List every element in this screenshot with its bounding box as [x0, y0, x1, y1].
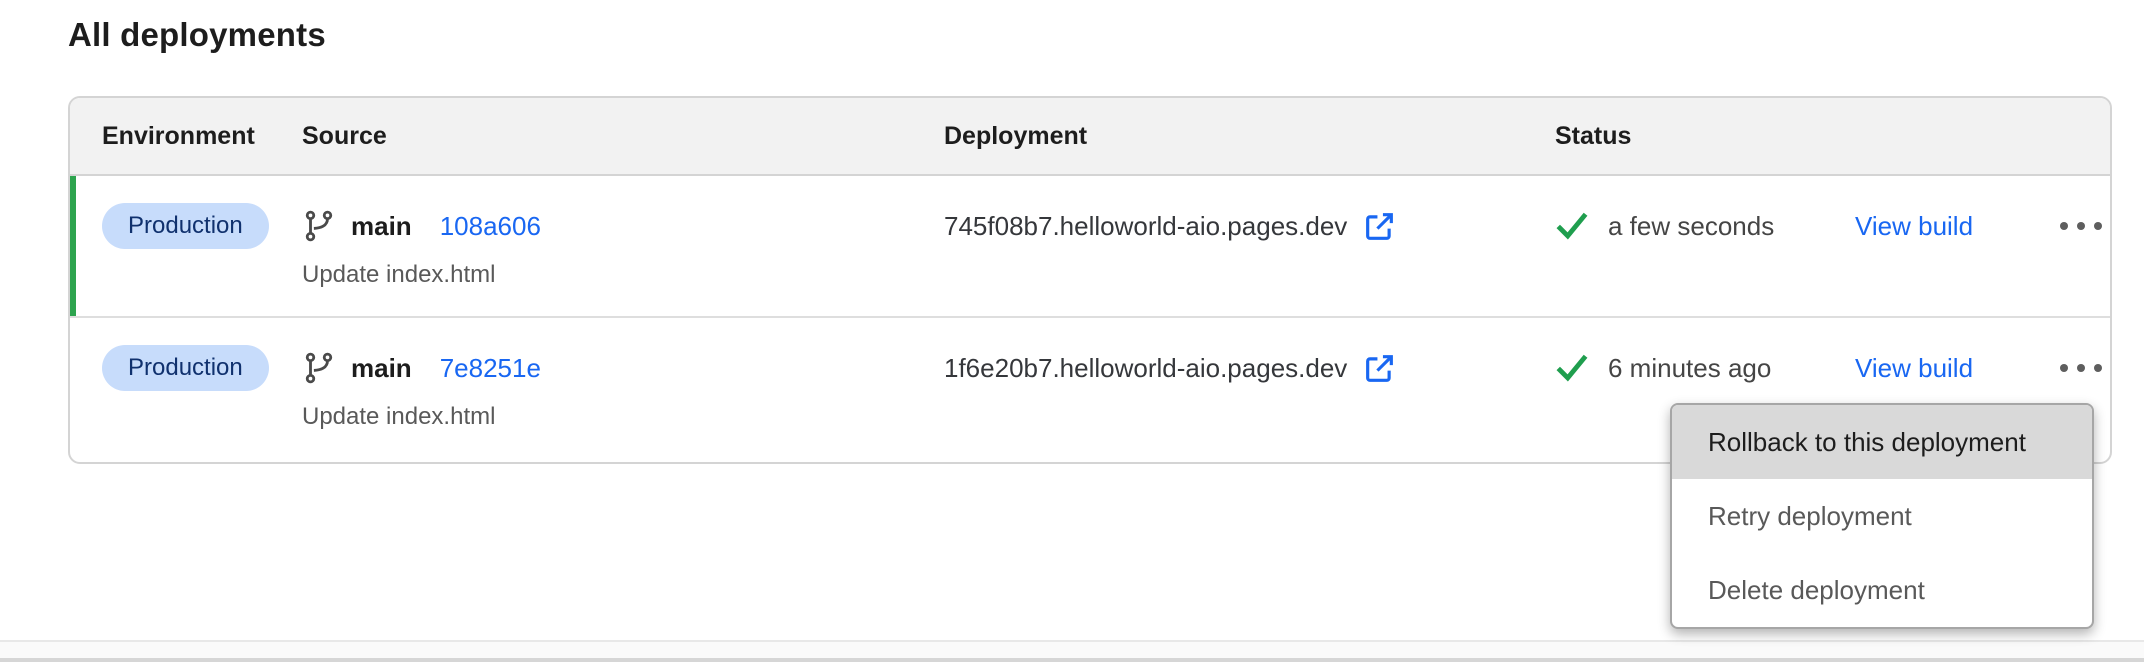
- external-link-icon[interactable]: [1363, 352, 1396, 385]
- view-build-cell: View build: [1855, 344, 2045, 392]
- success-check-icon: [1555, 351, 1589, 385]
- row-actions-cell: [2045, 344, 2112, 392]
- view-build-link[interactable]: View build: [1855, 344, 2045, 392]
- deployment-cell: 745f08b7.helloworld-aio.pages.dev: [944, 202, 1555, 250]
- menu-item-retry[interactable]: Retry deployment: [1672, 479, 2092, 553]
- environment-cell: Production: [102, 202, 302, 250]
- branch-name: main: [351, 353, 412, 384]
- row-actions-button[interactable]: [2045, 202, 2112, 250]
- active-deployment-indicator: [70, 176, 76, 316]
- menu-item-rollback[interactable]: Rollback to this deployment: [1672, 405, 2092, 479]
- header-environment: Environment: [102, 122, 302, 151]
- status-time: 6 minutes ago: [1608, 353, 1771, 384]
- page-title: All deployments: [68, 16, 326, 54]
- success-check-icon: [1555, 209, 1589, 243]
- source-cell: main 7e8251e Update index.html: [302, 344, 944, 431]
- deployment-url-link[interactable]: 1f6e20b7.helloworld-aio.pages.dev: [944, 353, 1347, 384]
- table-header-row: Environment Source Deployment Status: [70, 98, 2110, 176]
- view-build-cell: View build: [1855, 202, 2045, 250]
- view-build-link[interactable]: View build: [1855, 202, 2045, 250]
- deployment-actions-menu: Rollback to this deployment Retry deploy…: [1670, 403, 2094, 629]
- git-branch-icon: [302, 209, 336, 243]
- status-cell: 6 minutes ago: [1555, 344, 1855, 392]
- header-source: Source: [302, 122, 944, 151]
- source-cell: main 108a606 Update index.html: [302, 202, 944, 289]
- deployment-url-link[interactable]: 745f08b7.helloworld-aio.pages.dev: [944, 211, 1347, 242]
- commit-link[interactable]: 7e8251e: [440, 353, 541, 384]
- deployment-cell: 1f6e20b7.helloworld-aio.pages.dev: [944, 344, 1555, 392]
- status-cell: a few seconds: [1555, 202, 1855, 250]
- deployment-row: Production main 108a606 Update index.htm…: [70, 176, 2110, 318]
- ellipsis-icon: [2060, 222, 2068, 230]
- ellipsis-icon: [2060, 364, 2068, 372]
- menu-item-delete[interactable]: Delete deployment: [1672, 553, 2092, 627]
- status-time: a few seconds: [1608, 211, 1774, 242]
- header-status: Status: [1555, 122, 2082, 151]
- environment-badge: Production: [102, 345, 269, 391]
- commit-message: Update index.html: [302, 261, 944, 289]
- commit-message: Update index.html: [302, 403, 944, 431]
- header-deployment: Deployment: [944, 122, 1555, 151]
- row-actions-cell: [2045, 202, 2112, 250]
- row-actions-button[interactable]: [2045, 344, 2112, 392]
- git-branch-icon: [302, 351, 336, 385]
- commit-link[interactable]: 108a606: [440, 211, 541, 242]
- environment-badge: Production: [102, 203, 269, 249]
- external-link-icon[interactable]: [1363, 210, 1396, 243]
- section-divider: [0, 640, 2144, 662]
- branch-name: main: [351, 211, 412, 242]
- environment-cell: Production: [102, 344, 302, 392]
